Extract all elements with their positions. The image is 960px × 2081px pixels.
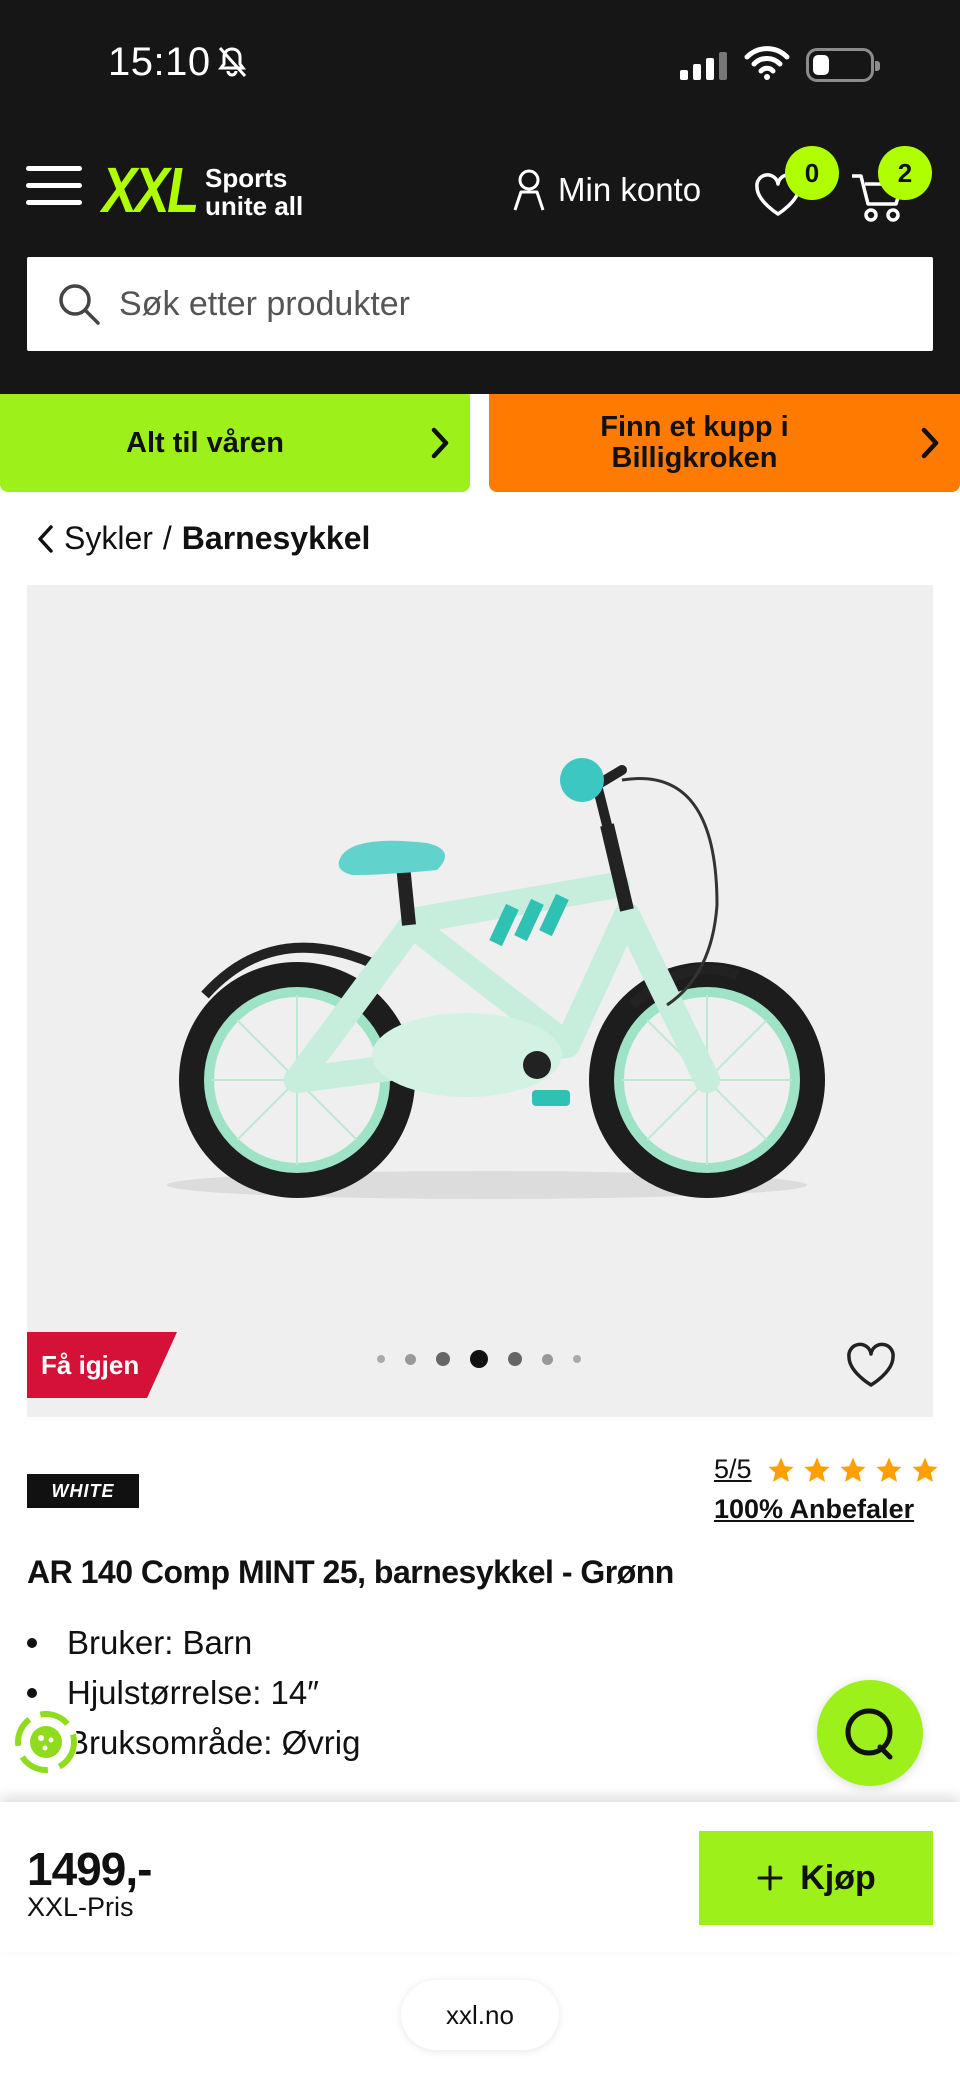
rating[interactable]: 5/5 [714, 1454, 940, 1485]
pagination-dot[interactable] [542, 1353, 553, 1365]
wifi-icon [744, 46, 790, 80]
product-price: 1499,- [27, 1843, 152, 1895]
tagline: Sports unite all [205, 164, 303, 220]
logo[interactable]: XXL [102, 158, 199, 222]
pagination-dot-active[interactable] [470, 1350, 488, 1368]
cookie-icon [15, 1711, 77, 1773]
bell-muted-icon [218, 47, 247, 77]
cart-count-badge: 2 [878, 146, 932, 200]
promo-spring-button[interactable]: Alt til våren [0, 394, 470, 492]
product-image-gallery[interactable]: Få igjen [27, 585, 933, 1417]
reorder-badge: Få igjen [27, 1332, 177, 1398]
buy-button[interactable]: Kjøp [699, 1831, 933, 1925]
buy-bar: 1499,- XXL-Pris Kjøp [0, 1802, 960, 1952]
chevron-right-icon [921, 427, 939, 459]
price-label: XXL-Pris [27, 1892, 134, 1922]
account-label: Min konto [558, 171, 702, 208]
star-icon [876, 1457, 902, 1482]
wishlist-count-badge: 0 [785, 146, 839, 200]
chevron-right-icon [431, 427, 449, 459]
chevron-left-icon[interactable] [36, 524, 54, 554]
star-icon [804, 1457, 830, 1482]
breadcrumb-parent[interactable]: Sykler [64, 520, 153, 557]
cookie-settings-button[interactable] [14, 1710, 78, 1774]
pagination-dot[interactable] [508, 1352, 522, 1366]
star-icon [768, 1457, 794, 1482]
promo-bargain-label: Finn et kupp i Billigkroken [489, 412, 900, 474]
promo-bargain-line1: Finn et kupp i [600, 411, 789, 443]
image-pagination [377, 1350, 581, 1368]
user-icon [513, 169, 545, 211]
pagination-dot[interactable] [377, 1355, 385, 1363]
breadcrumb-current: Barnesykkel [181, 520, 371, 556]
breadcrumb: Sykler / Barnesykkel [36, 520, 370, 557]
search-icon [59, 284, 100, 325]
star-icon [912, 1457, 938, 1482]
search-input[interactable]: Søk etter produkter [27, 257, 933, 351]
status-time: 15:10 [108, 40, 211, 84]
buy-button-label: Kjøp [800, 1858, 876, 1897]
recommend-link[interactable]: 100% Anbefaler [714, 1494, 914, 1525]
favorite-heart-icon[interactable] [845, 1342, 897, 1390]
chat-icon [845, 1708, 893, 1760]
browser-url-bar[interactable]: xxl.no [401, 1980, 559, 2050]
product-title: AR 140 Comp MINT 25, barnesykkel - Grønn [27, 1554, 674, 1590]
plus-icon [757, 1865, 783, 1891]
promo-spring-label: Alt til våren [126, 426, 284, 459]
rating-score: 5/5 [714, 1454, 752, 1484]
battery-icon [806, 48, 880, 82]
tagline-line1: Sports [205, 163, 288, 193]
star-icon [840, 1457, 866, 1482]
menu-button[interactable] [26, 166, 82, 210]
header: 15:10 XXL Sports unite all Min konto 0 2 [0, 0, 960, 394]
tagline-line2: unite all [205, 191, 304, 221]
pagination-dot[interactable] [573, 1355, 581, 1363]
brand-logo[interactable]: WHITE [27, 1474, 139, 1508]
spec-item: Bruker: Barn [27, 1618, 360, 1668]
pagination-dot[interactable] [405, 1353, 416, 1365]
search-placeholder: Søk etter produkter [119, 284, 411, 323]
breadcrumb-separator: / [162, 520, 172, 556]
account-link[interactable]: Min konto [512, 168, 701, 212]
product-image-bike [167, 758, 825, 1199]
promo-bargain-line2: Billigkroken [611, 442, 778, 474]
signal-icon [680, 50, 727, 80]
chat-button[interactable] [817, 1680, 923, 1786]
promo-bargain-button[interactable]: Finn et kupp i Billigkroken [489, 394, 960, 492]
pagination-dot[interactable] [436, 1352, 450, 1366]
